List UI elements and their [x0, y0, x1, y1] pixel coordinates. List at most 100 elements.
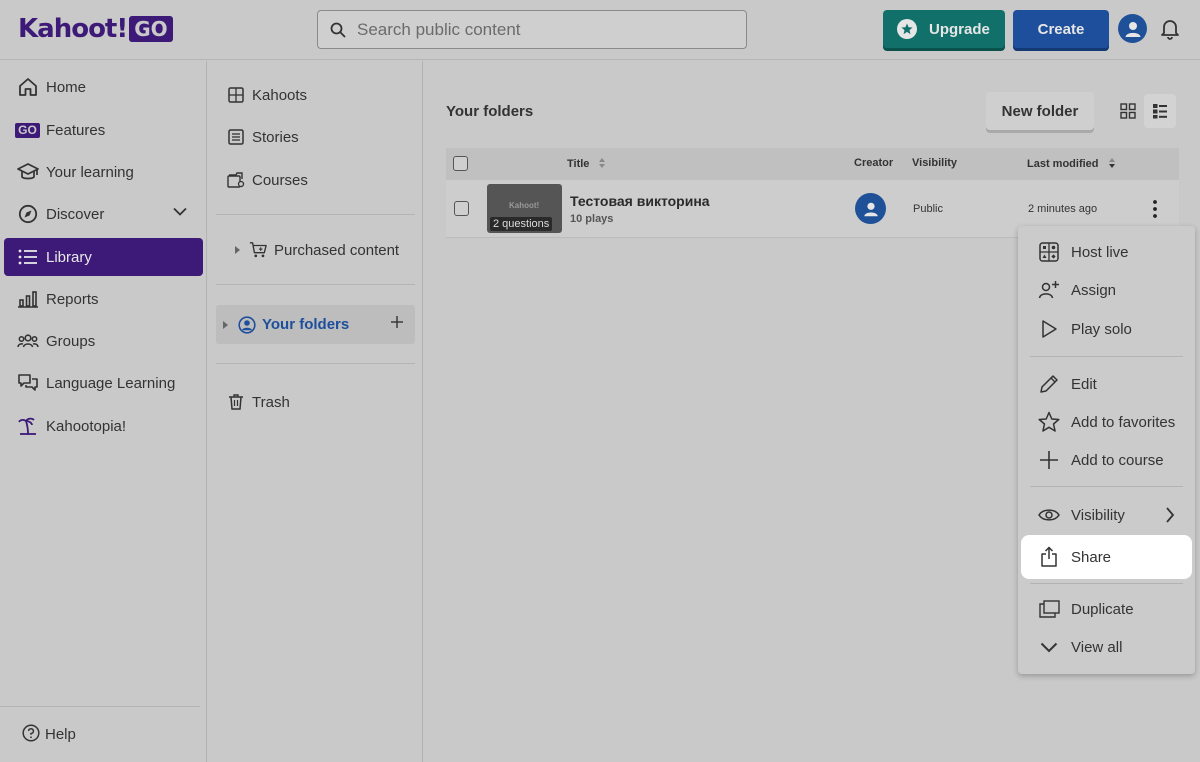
- question-count-badge: 2 questions: [490, 217, 553, 231]
- library-item-kahoots[interactable]: Kahoots: [224, 76, 422, 114]
- kahoot-title[interactable]: Тестовая викторина: [570, 193, 710, 209]
- context-menu: Host live Assign Play solo Edit Add to f…: [1018, 226, 1195, 674]
- add-folder-button[interactable]: [391, 316, 403, 328]
- row-checkbox[interactable]: [454, 201, 469, 216]
- sidebar-item-features[interactable]: GO Features: [4, 111, 203, 149]
- chevron-down-icon: [173, 207, 187, 216]
- column-header-last-modified[interactable]: Last modified: [1027, 157, 1116, 170]
- group-icon: [17, 330, 39, 352]
- menu-item-add-to-favorites[interactable]: Add to favorites: [1018, 403, 1195, 441]
- library-item-label: Your folders: [262, 316, 350, 333]
- view-toggle: [1112, 94, 1176, 128]
- sidebar-item-your-learning[interactable]: Your learning: [4, 153, 203, 191]
- kahoot-go-logo[interactable]: Kahoot! GO: [18, 14, 173, 44]
- help-label: Help: [45, 726, 76, 743]
- sort-icon: [599, 158, 606, 168]
- sidebar-item-groups[interactable]: Groups: [4, 322, 203, 360]
- stories-icon: [227, 128, 245, 146]
- sidebar-item-language-learning[interactable]: Language Learning: [4, 364, 203, 402]
- menu-item-edit[interactable]: Edit: [1018, 365, 1195, 403]
- bell-icon: [1161, 20, 1179, 40]
- logo-go-badge: GO: [129, 16, 173, 42]
- bar-chart-icon: [17, 288, 39, 310]
- sidebar-item-home[interactable]: Home: [4, 68, 203, 106]
- help-link[interactable]: Help: [0, 706, 200, 762]
- menu-item-label: Play solo: [1071, 320, 1132, 338]
- menu-item-duplicate[interactable]: Duplicate: [1018, 590, 1195, 628]
- upgrade-button[interactable]: Upgrade: [883, 10, 1005, 48]
- chevron-right-icon: [1166, 507, 1175, 523]
- visibility-value: Public: [913, 203, 943, 215]
- column-last-modified-label: Last modified: [1027, 158, 1099, 170]
- library-item-your-folders[interactable]: Your folders: [216, 305, 415, 344]
- menu-item-assign[interactable]: Assign: [1018, 271, 1195, 309]
- user-icon: [1125, 21, 1140, 37]
- play-icon: [1038, 318, 1060, 340]
- library-item-stories[interactable]: Stories: [224, 118, 422, 156]
- menu-divider: [1030, 486, 1183, 487]
- menu-item-play-solo[interactable]: Play solo: [1018, 310, 1195, 348]
- host-live-icon: [1038, 241, 1060, 263]
- cart-icon: [249, 241, 267, 259]
- eye-icon: [1038, 504, 1060, 526]
- creator-avatar: [855, 193, 886, 224]
- column-header-title[interactable]: Title: [567, 157, 606, 170]
- play-count: 10 plays: [570, 213, 614, 225]
- divider: [216, 363, 415, 364]
- menu-item-label: Duplicate: [1071, 600, 1134, 618]
- sidebar-item-label: Kahootopia!: [46, 417, 127, 435]
- sidebar-item-label: Your learning: [46, 163, 134, 181]
- menu-item-add-to-course[interactable]: Add to course: [1018, 441, 1195, 479]
- select-all-checkbox[interactable]: [453, 156, 468, 171]
- divider: [216, 284, 415, 285]
- list-view-icon: [1153, 104, 1167, 119]
- menu-item-view-all[interactable]: View all: [1018, 628, 1195, 666]
- list-view-button[interactable]: [1144, 94, 1176, 128]
- menu-item-label: View all: [1071, 638, 1123, 656]
- search-bar[interactable]: [317, 10, 747, 49]
- more-options-button[interactable]: [1152, 199, 1158, 219]
- top-bar: Kahoot! GO Upgrade Create: [0, 0, 1200, 60]
- column-header-visibility: Visibility: [912, 157, 958, 169]
- main-sidebar: Home GO Features Your learning Discover …: [0, 61, 207, 762]
- kahoot-thumbnail[interactable]: Kahoot! 2 questions: [487, 184, 562, 233]
- star-icon: [1038, 411, 1060, 433]
- sidebar-item-reports[interactable]: Reports: [4, 280, 203, 318]
- list-icon: [17, 246, 39, 268]
- user-avatar[interactable]: [1118, 14, 1147, 43]
- search-input[interactable]: [357, 19, 717, 40]
- chevron-down-icon: [1038, 636, 1060, 658]
- sidebar-item-library[interactable]: Library: [4, 238, 203, 276]
- library-item-courses[interactable]: Courses: [224, 161, 422, 199]
- sidebar-item-kahootopia[interactable]: Kahootopia!: [4, 407, 203, 445]
- courses-icon: [227, 171, 245, 189]
- grid-icon: [227, 86, 245, 104]
- pencil-icon: [1038, 373, 1060, 395]
- sidebar-item-label: Language Learning: [46, 374, 176, 392]
- new-folder-button[interactable]: New folder: [986, 92, 1094, 130]
- library-item-purchased-content[interactable]: Purchased content: [232, 231, 430, 269]
- library-item-label: Stories: [252, 128, 299, 146]
- menu-divider: [1030, 356, 1183, 357]
- menu-item-label: Share: [1071, 548, 1112, 566]
- notifications-button[interactable]: [1160, 18, 1180, 45]
- library-item-trash[interactable]: Trash: [224, 383, 422, 421]
- sidebar-item-discover[interactable]: Discover: [4, 195, 203, 233]
- menu-item-host-live[interactable]: Host live: [1018, 233, 1195, 271]
- grid-view-button[interactable]: [1112, 94, 1144, 128]
- menu-item-label: Assign: [1071, 281, 1117, 299]
- menu-item-label: Visibility: [1071, 506, 1125, 524]
- menu-item-label: Host live: [1071, 243, 1129, 261]
- menu-divider: [1030, 583, 1183, 584]
- create-button[interactable]: Create: [1013, 10, 1109, 48]
- last-modified-value: 2 minutes ago: [1028, 203, 1098, 215]
- sidebar-item-label: Features: [46, 121, 106, 139]
- menu-item-visibility[interactable]: Visibility: [1018, 496, 1195, 534]
- thumbnail-logo: Kahoot!: [509, 201, 540, 210]
- library-item-label: Courses: [252, 171, 308, 189]
- language-icon: [17, 372, 39, 394]
- home-icon: [17, 76, 39, 98]
- sidebar-item-label: Home: [46, 78, 87, 96]
- plus-icon: [391, 316, 403, 328]
- menu-item-share[interactable]: Share: [1021, 535, 1192, 579]
